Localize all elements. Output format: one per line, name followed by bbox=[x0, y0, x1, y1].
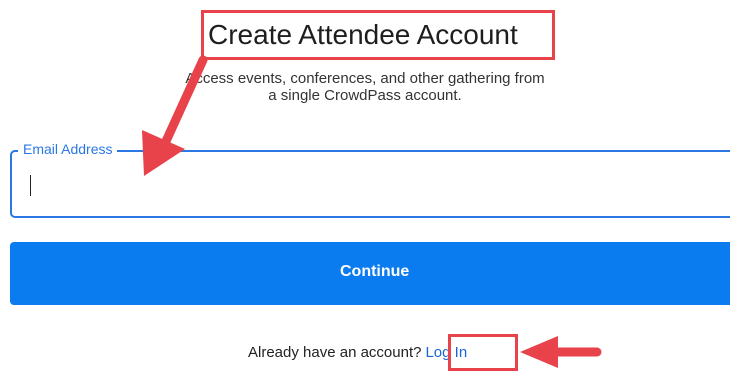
title-highlight-box bbox=[201, 10, 555, 60]
continue-button[interactable]: Continue bbox=[10, 242, 730, 305]
login-highlight-box bbox=[448, 334, 518, 371]
page-subtitle: Access events, conferences, and other ga… bbox=[185, 70, 545, 104]
continue-label: Continue bbox=[340, 263, 410, 280]
arrow-to-login-icon bbox=[520, 336, 602, 368]
email-input[interactable] bbox=[14, 158, 714, 210]
email-label: Email Address bbox=[18, 140, 118, 158]
login-row: Already have an account? Log In bbox=[248, 344, 467, 362]
text-cursor bbox=[30, 175, 31, 196]
login-prompt: Already have an account? bbox=[248, 344, 422, 361]
